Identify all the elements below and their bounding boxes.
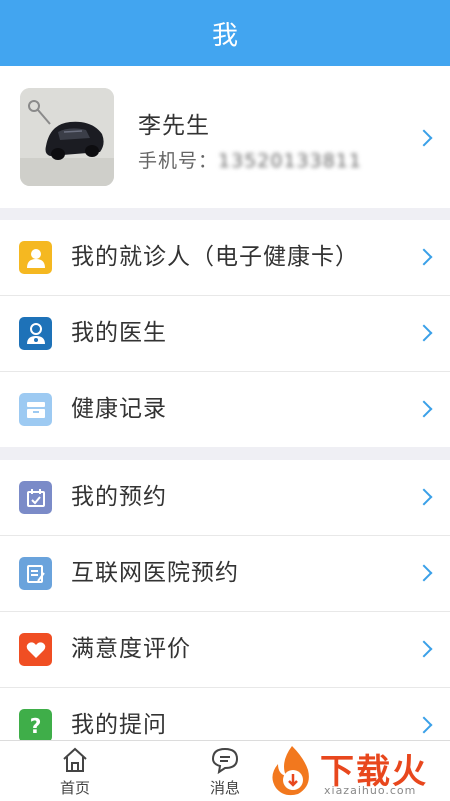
menu-item-online-hospital[interactable]: 互联网医院预约	[0, 536, 450, 612]
question-icon: ?	[19, 709, 52, 740]
chevron-right-icon	[415, 564, 433, 582]
watermark: 下载火 xiazaihuo.com	[262, 740, 450, 800]
flame-logo-icon	[272, 746, 309, 796]
phone-number: 13520133811	[218, 150, 362, 172]
watermark-url: xiazaihuo.com	[324, 784, 417, 797]
records-icon	[19, 393, 52, 426]
chat-bubble-icon	[211, 747, 239, 775]
menu-item-appointments[interactable]: 我的预约	[0, 460, 450, 536]
menu-item-patients[interactable]: 我的就诊人（电子健康卡）	[0, 220, 450, 296]
avatar[interactable]	[20, 88, 114, 186]
car-keychain-photo	[20, 88, 114, 186]
menu-item-label: 健康记录	[71, 396, 167, 422]
menu-item-label: 满意度评价	[71, 636, 191, 662]
profile-phone: 手机号：13520133811	[138, 146, 362, 173]
heart-icon	[19, 633, 52, 666]
page-title: 我	[211, 20, 238, 51]
menu-group-health: 我的就诊人（电子健康卡） 我的医生 健康记录	[0, 220, 450, 447]
top-bar: 我	[0, 0, 450, 66]
doctor-icon	[19, 317, 52, 350]
chevron-right-icon	[415, 716, 433, 734]
tab-messages[interactable]: 消息	[185, 741, 265, 801]
menu-group-services: 我的预约 互联网医院预约 满意度评价 ? 我的提问	[0, 460, 450, 740]
chevron-right-icon	[415, 324, 433, 342]
profile-name: 李先生	[138, 113, 210, 139]
calendar-icon	[19, 481, 52, 514]
menu-item-label: 我的就诊人（电子健康卡）	[71, 244, 359, 270]
menu-item-health-records[interactable]: 健康记录	[0, 372, 450, 447]
person-icon	[19, 241, 52, 274]
menu-item-satisfaction[interactable]: 满意度评价	[0, 612, 450, 688]
tab-messages-label: 消息	[209, 779, 240, 797]
chevron-right-icon	[415, 400, 433, 418]
menu-item-doctors[interactable]: 我的医生	[0, 296, 450, 372]
menu-item-label: 我的提问	[71, 712, 167, 738]
menu-item-label: 我的医生	[71, 320, 167, 346]
chevron-right-icon	[415, 488, 433, 506]
home-icon	[63, 747, 87, 772]
phone-label: 手机号：	[138, 150, 219, 172]
chevron-right-icon	[415, 640, 433, 658]
edit-note-icon	[19, 557, 52, 590]
menu-item-questions[interactable]: ? 我的提问	[0, 688, 450, 740]
tab-home-label: 首页	[59, 779, 90, 797]
profile-card[interactable]: 李先生 手机号：13520133811	[0, 66, 450, 208]
menu-item-label: 互联网医院预约	[71, 560, 239, 586]
chevron-right-icon	[415, 129, 433, 147]
chevron-right-icon	[415, 248, 433, 266]
tab-home[interactable]: 首页	[35, 741, 115, 801]
menu-item-label: 我的预约	[71, 484, 167, 510]
